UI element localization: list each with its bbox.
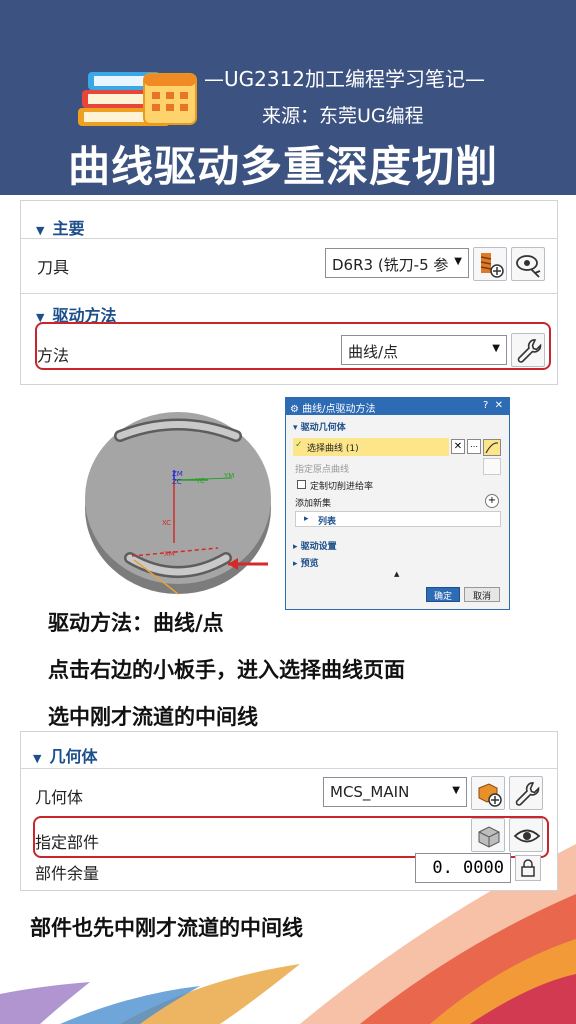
curve-select-icon-button[interactable] xyxy=(483,439,501,456)
drive-geometry-label: 驱动几何体 xyxy=(300,423,346,433)
preview-label: 预览 xyxy=(300,559,319,569)
help-button[interactable]: ? xyxy=(483,400,488,411)
geometry-select-value: MCS_MAIN xyxy=(330,783,410,801)
tool-label: 刀具 xyxy=(37,258,70,277)
wrench-icon xyxy=(515,782,540,806)
dialog-controls: ? ✕ xyxy=(483,400,503,411)
dropdown-arrow-icon: ▼ xyxy=(452,785,460,796)
geometry-panel: ▼ 几何体 几何体 MCS_MAIN ▼ 指定部件 部件余量 0. 0000 xyxy=(20,731,558,891)
check-icon: ✓ xyxy=(295,440,303,450)
dropdown-arrow-icon: ▼ xyxy=(454,256,462,267)
tool-select[interactable]: D6R3 (铣刀-5 参 ▼ xyxy=(325,248,469,278)
axis-label-ym: YM xyxy=(223,472,234,480)
part-stock-label: 部件余量 xyxy=(35,864,100,883)
section-geometry-label: 几何体 xyxy=(49,747,98,766)
origin-curve-button[interactable] xyxy=(483,458,501,475)
section-geometry-header[interactable]: ▼ 几何体 xyxy=(33,743,97,767)
operation-panel-top: ▼ 主要 刀具 D6R3 (铣刀-5 参 ▼ ▼ 驱动方法 方法 曲线/点 ▼ xyxy=(20,200,558,385)
list-expander[interactable]: ▸ 列表 xyxy=(295,511,501,527)
expand-arrow-icon: ▸ xyxy=(304,514,309,524)
select-curve-row[interactable]: ✓ 选择曲线 (1) xyxy=(293,438,449,456)
cancel-button[interactable]: 取消 xyxy=(464,587,500,602)
collapse-triangle-icon: ▼ xyxy=(33,752,42,765)
axis-label-xc: XC xyxy=(162,519,171,527)
geometry-select[interactable]: MCS_MAIN ▼ xyxy=(323,777,467,807)
curve-point-drive-dialog: ⚙ 曲线/点驱动方法 ? ✕ ▾ 驱动几何体 ✓ 选择曲线 (1) ✕ ⋯ 指定… xyxy=(285,397,510,610)
new-geometry-button[interactable] xyxy=(471,776,505,810)
custom-feed-checkbox[interactable] xyxy=(297,480,306,489)
collapse-triangle-icon: ▼ xyxy=(36,224,45,237)
page-title: 曲线驱动多重深度切削 xyxy=(68,142,499,191)
dialog-section-drive-settings[interactable]: ▸ 驱动设置 xyxy=(293,539,505,552)
curve-rule-button[interactable]: ⋯ xyxy=(467,439,481,454)
geometry-edit-button[interactable] xyxy=(509,776,543,810)
custom-feed-label: 定制切削进给率 xyxy=(310,482,374,492)
ok-button[interactable]: 确定 xyxy=(426,587,460,602)
new-tool-button[interactable] xyxy=(473,247,507,281)
part-model-view: ZM ZC YC YM XC XM xyxy=(85,412,271,595)
add-new-set-button[interactable]: + xyxy=(485,494,499,508)
add-new-set-label: 添加新集 xyxy=(295,499,332,509)
edit-display-icon xyxy=(516,255,541,278)
section-main-label: 主要 xyxy=(52,219,85,238)
caption-drive-method: 驱动方法：曲线/点 xyxy=(48,611,224,635)
lock-icon xyxy=(521,859,535,877)
geometry-label: 几何体 xyxy=(35,788,84,807)
subtitle-source: 来源：东莞UG编程 xyxy=(262,105,424,127)
subtitle-notes: —UG2312加工编程学习笔记— xyxy=(204,67,486,91)
axis-label-yc: YC xyxy=(195,477,205,485)
collapse-more-icon[interactable]: ▲ xyxy=(394,570,399,578)
divider xyxy=(21,238,557,239)
close-button[interactable]: ✕ xyxy=(495,400,503,411)
caption-part-centerline: 部件也先中刚才流道的中间线 xyxy=(30,916,303,940)
drive-settings-label: 驱动设置 xyxy=(300,542,337,552)
highlight-drive-method xyxy=(35,322,551,370)
new-tool-icon xyxy=(480,253,504,278)
divider xyxy=(21,293,557,294)
gear-icon: ⚙ xyxy=(290,404,299,415)
dialog-section-preview[interactable]: ▸ 预览 xyxy=(293,556,505,569)
specify-origin-curve-label: 指定原点曲线 xyxy=(295,465,350,475)
axis-label-zm: ZM xyxy=(172,470,183,478)
tool-edit-button[interactable] xyxy=(511,247,545,281)
dialog-section-drive-geometry[interactable]: ▾ 驱动几何体 xyxy=(293,420,505,433)
part-stock-input[interactable]: 0. 0000 xyxy=(415,853,511,883)
section-main-header[interactable]: ▼ 主要 xyxy=(36,215,84,239)
list-label: 列表 xyxy=(318,517,337,527)
select-curve-label: 选择曲线 (1) xyxy=(307,444,359,454)
divider xyxy=(21,768,557,769)
new-geometry-icon xyxy=(478,783,502,807)
curve-icon xyxy=(485,442,499,454)
header-banner: —UG2312加工编程学习笔记— 来源：东莞UG编程 曲线驱动多重深度切削 xyxy=(0,0,576,195)
deselect-button[interactable]: ✕ xyxy=(451,439,465,454)
part-stock-value: 0. 0000 xyxy=(432,858,504,878)
dialog-titlebar: ⚙ 曲线/点驱动方法 ? ✕ xyxy=(286,398,509,415)
dialog-title: 曲线/点驱动方法 xyxy=(302,404,376,415)
caption-click-wrench: 点击右边的小板手，进入选择曲线页面 xyxy=(48,658,405,682)
tool-select-value: D6R3 (铣刀-5 参 xyxy=(332,256,449,274)
lock-button[interactable] xyxy=(515,855,541,881)
books-calendar-icon xyxy=(78,72,197,126)
axis-label-zc: ZC xyxy=(172,478,182,486)
highlight-specify-part xyxy=(33,816,549,858)
axis-label-xm: XM xyxy=(164,550,175,558)
